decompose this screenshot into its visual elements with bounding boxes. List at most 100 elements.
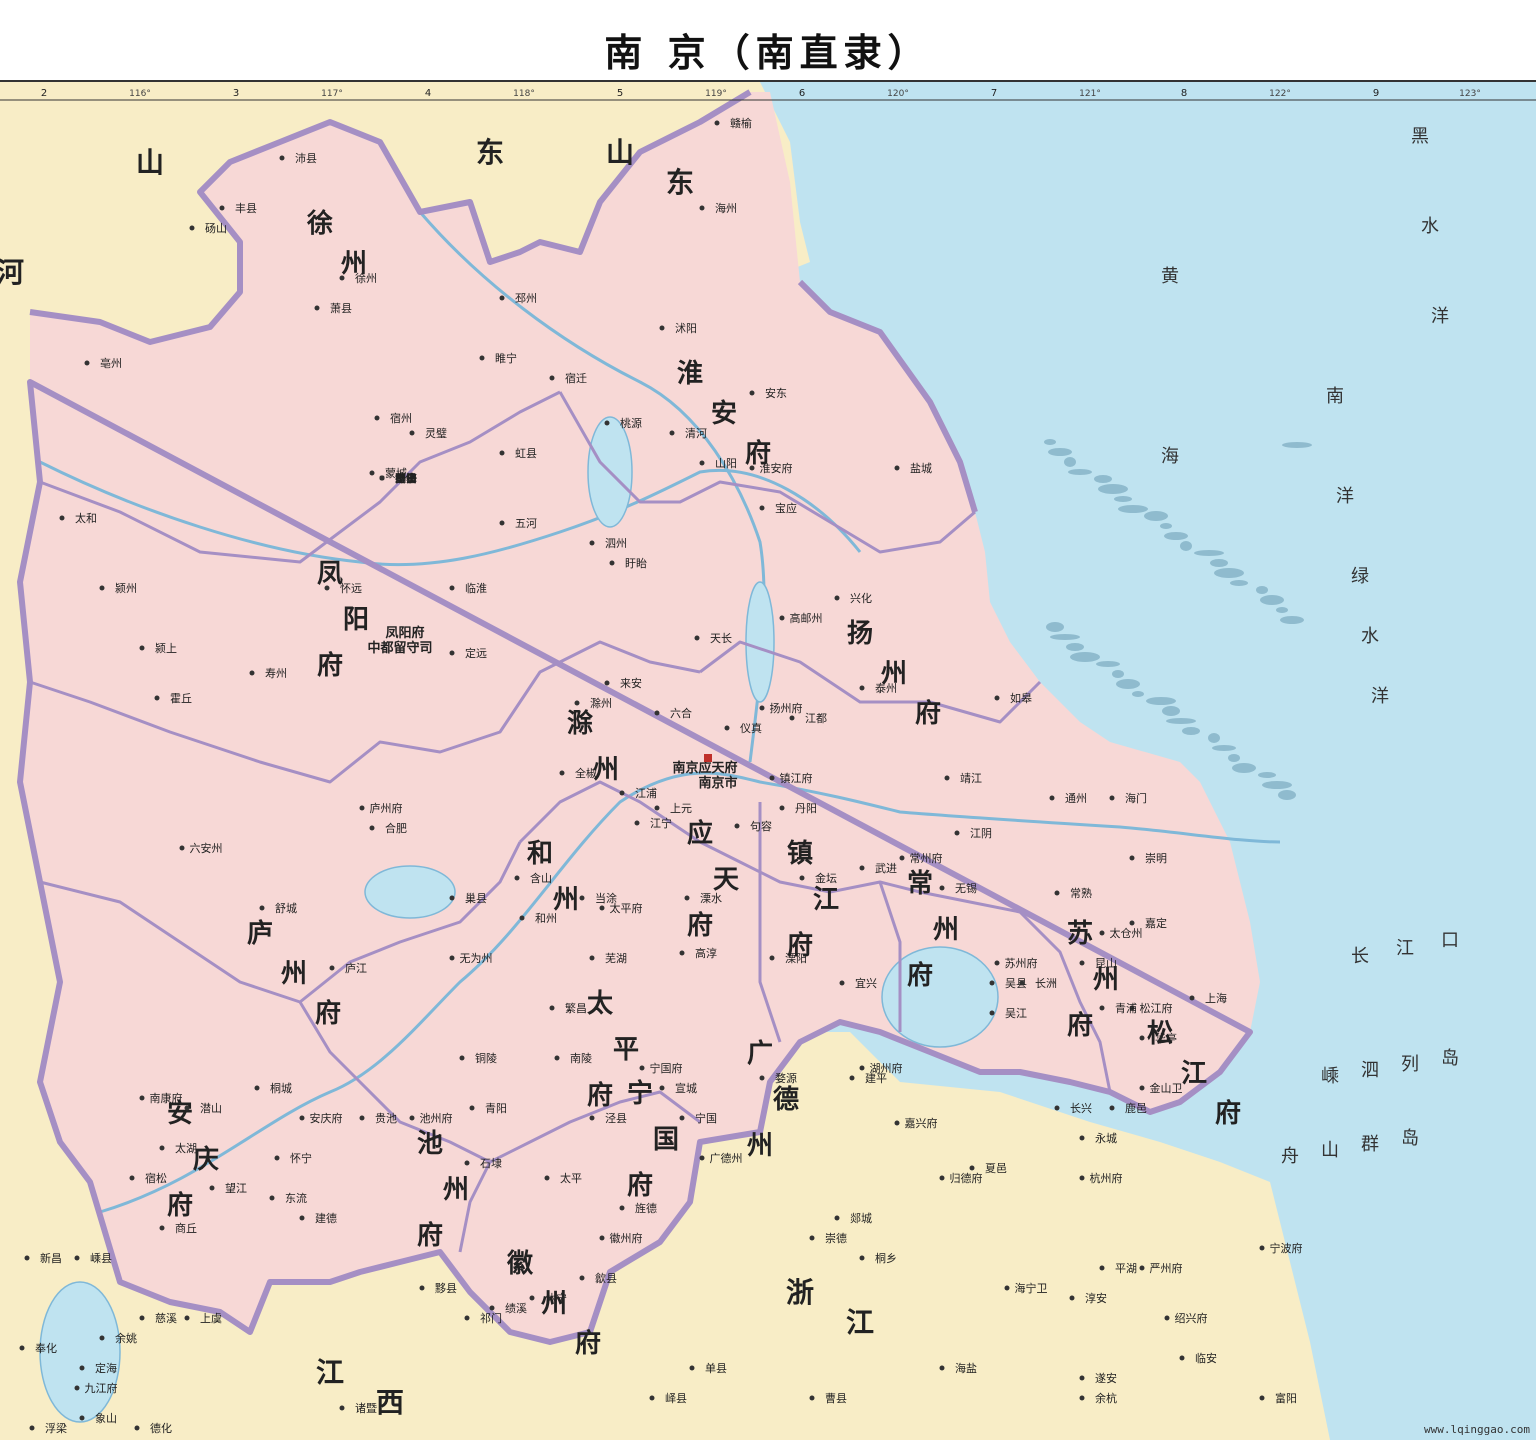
city-label: 商丘: [175, 1221, 197, 1235]
city-marker: [1139, 1085, 1145, 1091]
city-marker: [599, 1235, 605, 1241]
map-title: 南 京（南直隶）: [604, 30, 932, 75]
city-marker: [409, 430, 415, 436]
region-char: 宁: [627, 1078, 653, 1109]
city-label: 婺源: [775, 1071, 797, 1085]
region-char: 庐: [247, 918, 273, 949]
city-label: 上元: [670, 802, 692, 815]
sandbank-marker: [1164, 532, 1188, 540]
city-label: 长兴: [1070, 1102, 1092, 1115]
city-marker: [469, 1105, 475, 1111]
sea-char: 泗: [1361, 1060, 1379, 1081]
city-marker: [1079, 1375, 1085, 1381]
city-label: 来安: [620, 676, 642, 690]
neighbor-char: 江: [846, 1306, 874, 1339]
city-marker: [699, 1155, 705, 1161]
city-marker: [769, 775, 775, 781]
city-marker: [669, 430, 675, 436]
sea-char: 海: [1161, 446, 1179, 467]
city-label: 五河: [515, 517, 537, 530]
city-marker: [1054, 890, 1060, 896]
city-marker: [279, 155, 285, 161]
city-label: 灵璧: [425, 426, 447, 440]
city-label: 平湖: [1115, 1262, 1137, 1275]
city-label: 睢宁: [495, 351, 517, 365]
city-marker: [599, 905, 605, 911]
city-marker: [989, 980, 995, 986]
sandbank-marker: [1258, 772, 1276, 778]
capital-label-nanjing: 南京应天府: [672, 760, 737, 776]
city-label: 海门: [1125, 791, 1147, 805]
region-char: 州: [747, 1131, 773, 1161]
city-marker: [1139, 1035, 1145, 1041]
city-label: 桐乡: [875, 1251, 897, 1265]
city-marker: [554, 1055, 560, 1061]
city-label: 滁州: [590, 696, 612, 710]
city-marker: [99, 1335, 105, 1341]
city-marker: [1099, 1265, 1105, 1271]
city-label: 宿州: [390, 411, 412, 425]
city-label: 夏邑: [985, 1162, 1007, 1175]
city-label: 溧水: [700, 891, 722, 905]
region-char: 应: [687, 818, 713, 849]
city-marker: [859, 1065, 865, 1071]
map-canvas[interactable]: 2 3 4 5 6 7 8 9 116° 117° 118° 119° 120° 121° 122° 123°…: [0, 82, 1536, 1440]
sandbank-marker: [1230, 580, 1248, 586]
city-label: 和州: [535, 912, 557, 925]
city-label: 庐州府: [370, 801, 403, 815]
city-marker: [29, 1425, 35, 1431]
sea-char: 群: [1361, 1134, 1379, 1155]
city-marker: [79, 1365, 85, 1371]
city-marker: [574, 700, 580, 706]
city-label: 余杭: [1095, 1391, 1117, 1405]
city-label: 湖州府: [870, 1061, 903, 1075]
city-label: 上虞: [200, 1311, 222, 1325]
sandbank-marker: [1094, 475, 1112, 483]
city-label: 宿松: [145, 1171, 167, 1185]
city-marker: [449, 650, 455, 656]
city-label: 太和: [75, 512, 97, 525]
city-marker: [1129, 855, 1135, 861]
city-marker: [519, 915, 525, 921]
city-marker: [894, 465, 900, 471]
city-label: 高淳: [695, 946, 717, 960]
capital-label-zhongdu: 中都留守司: [367, 640, 432, 656]
city-label: 宿迁: [565, 371, 587, 385]
city-marker: [839, 980, 845, 986]
city-marker: [84, 360, 90, 366]
city-label: 池州府: [420, 1111, 453, 1125]
city-marker: [1079, 1175, 1085, 1181]
city-label: 含山: [530, 871, 552, 885]
city-marker: [159, 1225, 165, 1231]
longitude-label: 117°: [321, 89, 343, 99]
city-marker: [1109, 795, 1115, 801]
city-label: 石埭: [480, 1157, 502, 1170]
city-label: 颍上: [155, 642, 177, 655]
city-label: 舒城: [275, 901, 297, 915]
city-marker: [449, 955, 455, 961]
city-marker: [1099, 930, 1105, 936]
region-char: 江: [813, 885, 839, 915]
region-char: 府: [1215, 1098, 1241, 1129]
city-marker: [1069, 1295, 1075, 1301]
city-marker: [939, 1365, 945, 1371]
city-label: 青阳: [485, 1102, 507, 1115]
region-char: 府: [915, 698, 941, 729]
region-char: 苏: [1067, 919, 1093, 949]
city-marker: [549, 375, 555, 381]
city-label: 砀山: [205, 222, 227, 235]
city-marker: [339, 275, 345, 281]
sandbank-marker: [1276, 607, 1288, 613]
city-marker: [994, 695, 1000, 701]
city-label: 象山: [95, 1412, 117, 1425]
sea-char: 洋: [1336, 486, 1354, 507]
city-label: 德化: [150, 1421, 172, 1435]
neighbor-label-dong: 东: [476, 136, 504, 169]
city-label: 高邮州: [790, 611, 823, 625]
sea-char: 绿: [1351, 566, 1369, 587]
city-label: 盱眙: [625, 556, 647, 570]
city-label: 广德州: [710, 1151, 743, 1165]
city-label: 都昌: [395, 472, 417, 485]
city-marker: [274, 1155, 280, 1161]
city-label: 淮安府: [760, 461, 793, 475]
